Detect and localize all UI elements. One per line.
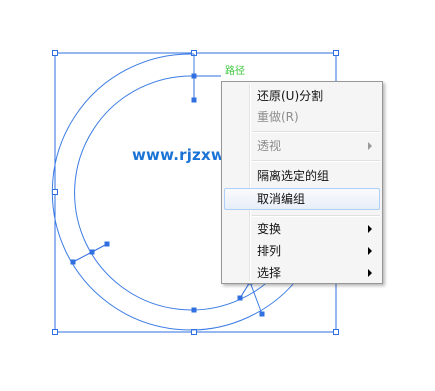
menu-item-label: 变换 — [257, 222, 282, 236]
handle-middle-left[interactable] — [52, 189, 58, 195]
menu-item-label: 取消编组 — [257, 192, 306, 206]
anchor-point[interactable] — [191, 97, 197, 103]
anchor-point[interactable] — [89, 249, 95, 255]
handle-top-right[interactable] — [333, 50, 339, 56]
anchor-point[interactable] — [104, 241, 110, 247]
menu-item-label: 排列 — [257, 244, 282, 258]
menu-item-label: 选择 — [257, 266, 282, 280]
menu-item-transform[interactable]: 变换 — [224, 218, 380, 240]
menu-item-select[interactable]: 选择 — [224, 262, 380, 284]
path-hint-label: 路径 — [225, 66, 245, 77]
menu-item-perspective[interactable]: 透视 — [224, 135, 380, 157]
menu-separator — [252, 131, 380, 133]
handle-bottom-right[interactable] — [333, 329, 339, 335]
menu-item-arrange[interactable]: 排列 — [224, 240, 380, 262]
anchor-point[interactable] — [70, 259, 76, 265]
menu-item-undo-split[interactable]: 还原(U)分割 — [224, 85, 380, 107]
handle-top-left[interactable] — [52, 50, 58, 56]
cut-edge-bottom — [249, 281, 263, 315]
menu-item-isolate-group[interactable]: 隔离选定的组 — [224, 165, 380, 187]
submenu-arrow-icon — [368, 225, 372, 233]
handle-bottom-left[interactable] — [52, 329, 58, 335]
menu-item-label: 还原(U)分割 — [257, 89, 324, 103]
menu-separator — [252, 215, 380, 217]
submenu-arrow-icon — [368, 247, 372, 255]
menu-item-label: 重做(R) — [257, 110, 299, 124]
menu-separator — [252, 160, 380, 162]
menu-item-label: 隔离选定的组 — [257, 169, 330, 183]
anchor-point[interactable] — [237, 295, 243, 301]
menu-item-label: 透视 — [257, 139, 282, 153]
anchor-point[interactable] — [259, 311, 265, 317]
menu-item-redo[interactable]: 重做(R) — [224, 106, 380, 128]
menu-item-ungroup[interactable]: 取消编组 — [224, 188, 380, 210]
submenu-arrow-icon — [368, 269, 372, 277]
submenu-arrow-icon — [368, 142, 372, 150]
anchor-point[interactable] — [191, 73, 197, 79]
anchor-point[interactable] — [191, 307, 197, 313]
context-menu: 还原(U)分割 重做(R) 透视 隔离选定的组 取消编组 变换 排列 选择 — [221, 81, 383, 284]
